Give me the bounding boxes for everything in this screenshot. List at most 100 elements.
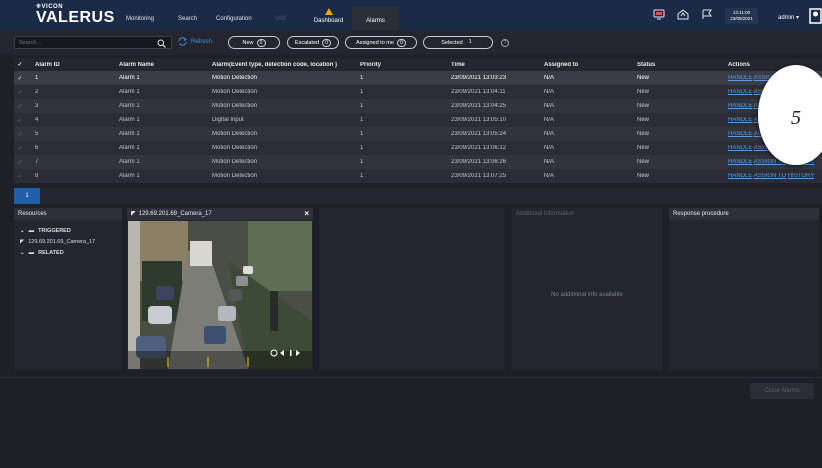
cell-alarm-id: 5 — [35, 131, 39, 137]
escalated-filter-pill[interactable]: Escalated 0 — [287, 36, 339, 49]
camera-icon: ◤ — [131, 211, 136, 217]
search-icon[interactable] — [157, 39, 166, 48]
filter-bar: Refresh New 0 Escalated 0 Assigned to me… — [0, 30, 822, 55]
table-row[interactable]: ✓ 4 Alarm 1 Digital Input 1 23/09/2021 13:05:… — [14, 113, 822, 127]
cell-alarm-name: Alarm 1 — [119, 145, 140, 151]
col-alarm-id[interactable]: Alarm ID — [26, 62, 119, 68]
cell-alarm-name: Alarm 1 — [119, 159, 140, 165]
camera-video-feed[interactable] — [128, 221, 312, 369]
user-menu[interactable]: admin ▾ — [778, 14, 799, 21]
video-wall-icon[interactable] — [653, 9, 665, 20]
cell-alarm-event: Digital Input — [212, 117, 244, 123]
assigned-filter-pill[interactable]: Assigned to me 0 — [345, 36, 417, 49]
cell-assigned-to: N/A — [544, 103, 555, 109]
secondary-video-panel — [319, 208, 505, 370]
camera-icon: ◤ — [20, 238, 25, 245]
nav-alarms-label: Alarms — [366, 18, 385, 24]
col-assigned-to[interactable]: Assigned to — [544, 62, 637, 68]
alarms-table: ✓ Alarm ID Alarm Name Alarm(Event type, … — [14, 58, 822, 183]
table-row[interactable]: ✓ 6 Alarm 1 Motion Detection 1 23/09/2021 13:… — [14, 141, 822, 155]
col-status[interactable]: Status — [637, 62, 728, 68]
close-icon[interactable]: × — [304, 208, 309, 220]
help-icon[interactable]: ? — [501, 39, 509, 47]
camera-title-bar: ◤ 129.69.201.69_Camera_17 × — [127, 208, 313, 220]
export-icon[interactable] — [677, 9, 689, 20]
row-checkbox[interactable]: ✓ — [14, 117, 26, 124]
table-body: ✓ 1 Alarm 1 Motion Detection 1 23/09/2021 13:… — [14, 71, 822, 183]
search-input[interactable] — [14, 36, 172, 49]
tree-camera[interactable]: ◤ 129.69.201.69_Camera_17 — [14, 236, 122, 247]
cell-time: 23/09/2021 13:07:25 — [451, 173, 507, 179]
close-alarms-button[interactable]: Close Alarms — [750, 383, 814, 399]
additional-info-empty: No additional info available — [551, 292, 623, 298]
cell-status: New — [637, 173, 650, 179]
nav-monitoring[interactable]: Monitoring — [126, 16, 154, 22]
cell-alarm-event: Motion Detection — [212, 159, 258, 165]
cell-alarm-event: Motion Detection — [212, 131, 258, 137]
escalated-filter-count: 0 — [322, 38, 332, 47]
tree-triggered[interactable]: ⌄ ▬ TRIGGERED — [14, 225, 122, 236]
cell-status: New — [637, 117, 650, 123]
response-procedure-panel: Response procedure — [669, 208, 819, 370]
table-row[interactable]: ✓ 8 Alarm 1 Motion Detection 1 23/09/2021 13:… — [14, 169, 822, 183]
cell-alarm-id: 1 — [35, 75, 39, 81]
nav-search[interactable]: Search — [178, 16, 197, 22]
row-checkbox[interactable]: ✓ — [14, 173, 26, 180]
cell-alarm-name: Alarm 1 — [119, 131, 140, 137]
footer — [0, 377, 822, 468]
col-time[interactable]: Time — [451, 62, 544, 68]
cell-alarm-event: Motion Detection — [212, 145, 258, 151]
table-row[interactable]: ✓ 7 Alarm 1 Motion Detection 1 23/09/2021 13:… — [14, 155, 822, 169]
col-alarm-event[interactable]: Alarm(Event type, detection code, locati… — [212, 62, 360, 68]
row-checkbox[interactable]: ✓ — [14, 89, 26, 96]
cell-status: New — [637, 131, 650, 137]
cell-priority: 1 — [360, 131, 364, 137]
folder-icon: ▬ — [28, 249, 35, 256]
col-priority[interactable]: Priority — [360, 62, 451, 68]
cell-alarm-name: Alarm 1 — [119, 173, 140, 179]
cell-assigned-to: N/A — [544, 75, 555, 81]
cell-priority: 1 — [360, 145, 364, 151]
cell-time: 23/09/2021 13:04:11 — [451, 89, 506, 95]
row-checkbox[interactable]: ✓ — [14, 75, 26, 82]
chevron-down-icon: ⌄ — [20, 227, 25, 234]
row-checkbox[interactable]: ✓ — [14, 103, 26, 110]
table-row[interactable]: ✓ 5 Alarm 1 Motion Detection 1 23/09/2021 13:… — [14, 127, 822, 141]
selected-filter-label: Selected — [441, 39, 463, 46]
page-button[interactable]: 1 — [14, 188, 40, 204]
nav-configuration[interactable]: Configuration — [216, 16, 252, 22]
new-filter-count: 0 — [256, 38, 266, 47]
refresh-button[interactable]: Refresh — [177, 37, 212, 46]
nav-vax[interactable]: VAX — [275, 16, 287, 22]
new-filter-pill[interactable]: New 0 — [228, 36, 280, 49]
table-row[interactable]: ✓ 1 Alarm 1 Motion Detection 1 23/09/2021 13:… — [14, 71, 822, 85]
row-checkbox[interactable]: ✓ — [14, 159, 26, 166]
nav-alarms[interactable]: Alarms — [352, 7, 399, 30]
additional-info-panel: Additional information No additional inf… — [512, 208, 662, 370]
tree-related[interactable]: ⌄ ▬ RELATED — [14, 247, 122, 258]
additional-info-title: Additional information — [512, 208, 662, 220]
cell-alarm-id: 2 — [35, 89, 39, 95]
table-row[interactable]: ✓ 2 Alarm 1 Motion Detection 1 23/09/2021 13:… — [14, 85, 822, 99]
cell-status: New — [637, 145, 650, 151]
nav-dashboard[interactable]: Dashboard — [305, 7, 352, 30]
col-alarm-name[interactable]: Alarm Name — [119, 62, 212, 68]
cell-alarm-id: 7 — [35, 159, 39, 165]
flag-icon[interactable] — [701, 9, 713, 20]
cell-alarm-id: 6 — [35, 145, 39, 151]
selected-filter-pill[interactable]: Selected 1 — [423, 36, 493, 49]
row-checkbox[interactable]: ✓ — [14, 145, 26, 152]
new-filter-label: New — [242, 39, 254, 46]
cell-assigned-to: N/A — [544, 131, 555, 137]
cell-alarm-id: 8 — [35, 173, 39, 179]
table-row[interactable]: ✓ 3 Alarm 1 Motion Detection 1 23/09/2021 13:… — [14, 99, 822, 113]
logo-text: VALERUS — [36, 9, 115, 26]
select-all-checkbox[interactable]: ✓ — [14, 61, 26, 68]
cell-priority: 1 — [360, 103, 364, 109]
pagination: 1 — [14, 188, 822, 204]
selected-filter-count: 1 — [468, 38, 472, 45]
row-checkbox[interactable]: ✓ — [14, 131, 26, 138]
user-icon[interactable] — [809, 8, 822, 24]
cell-status: New — [637, 103, 650, 109]
resources-title: Resources — [14, 208, 122, 220]
